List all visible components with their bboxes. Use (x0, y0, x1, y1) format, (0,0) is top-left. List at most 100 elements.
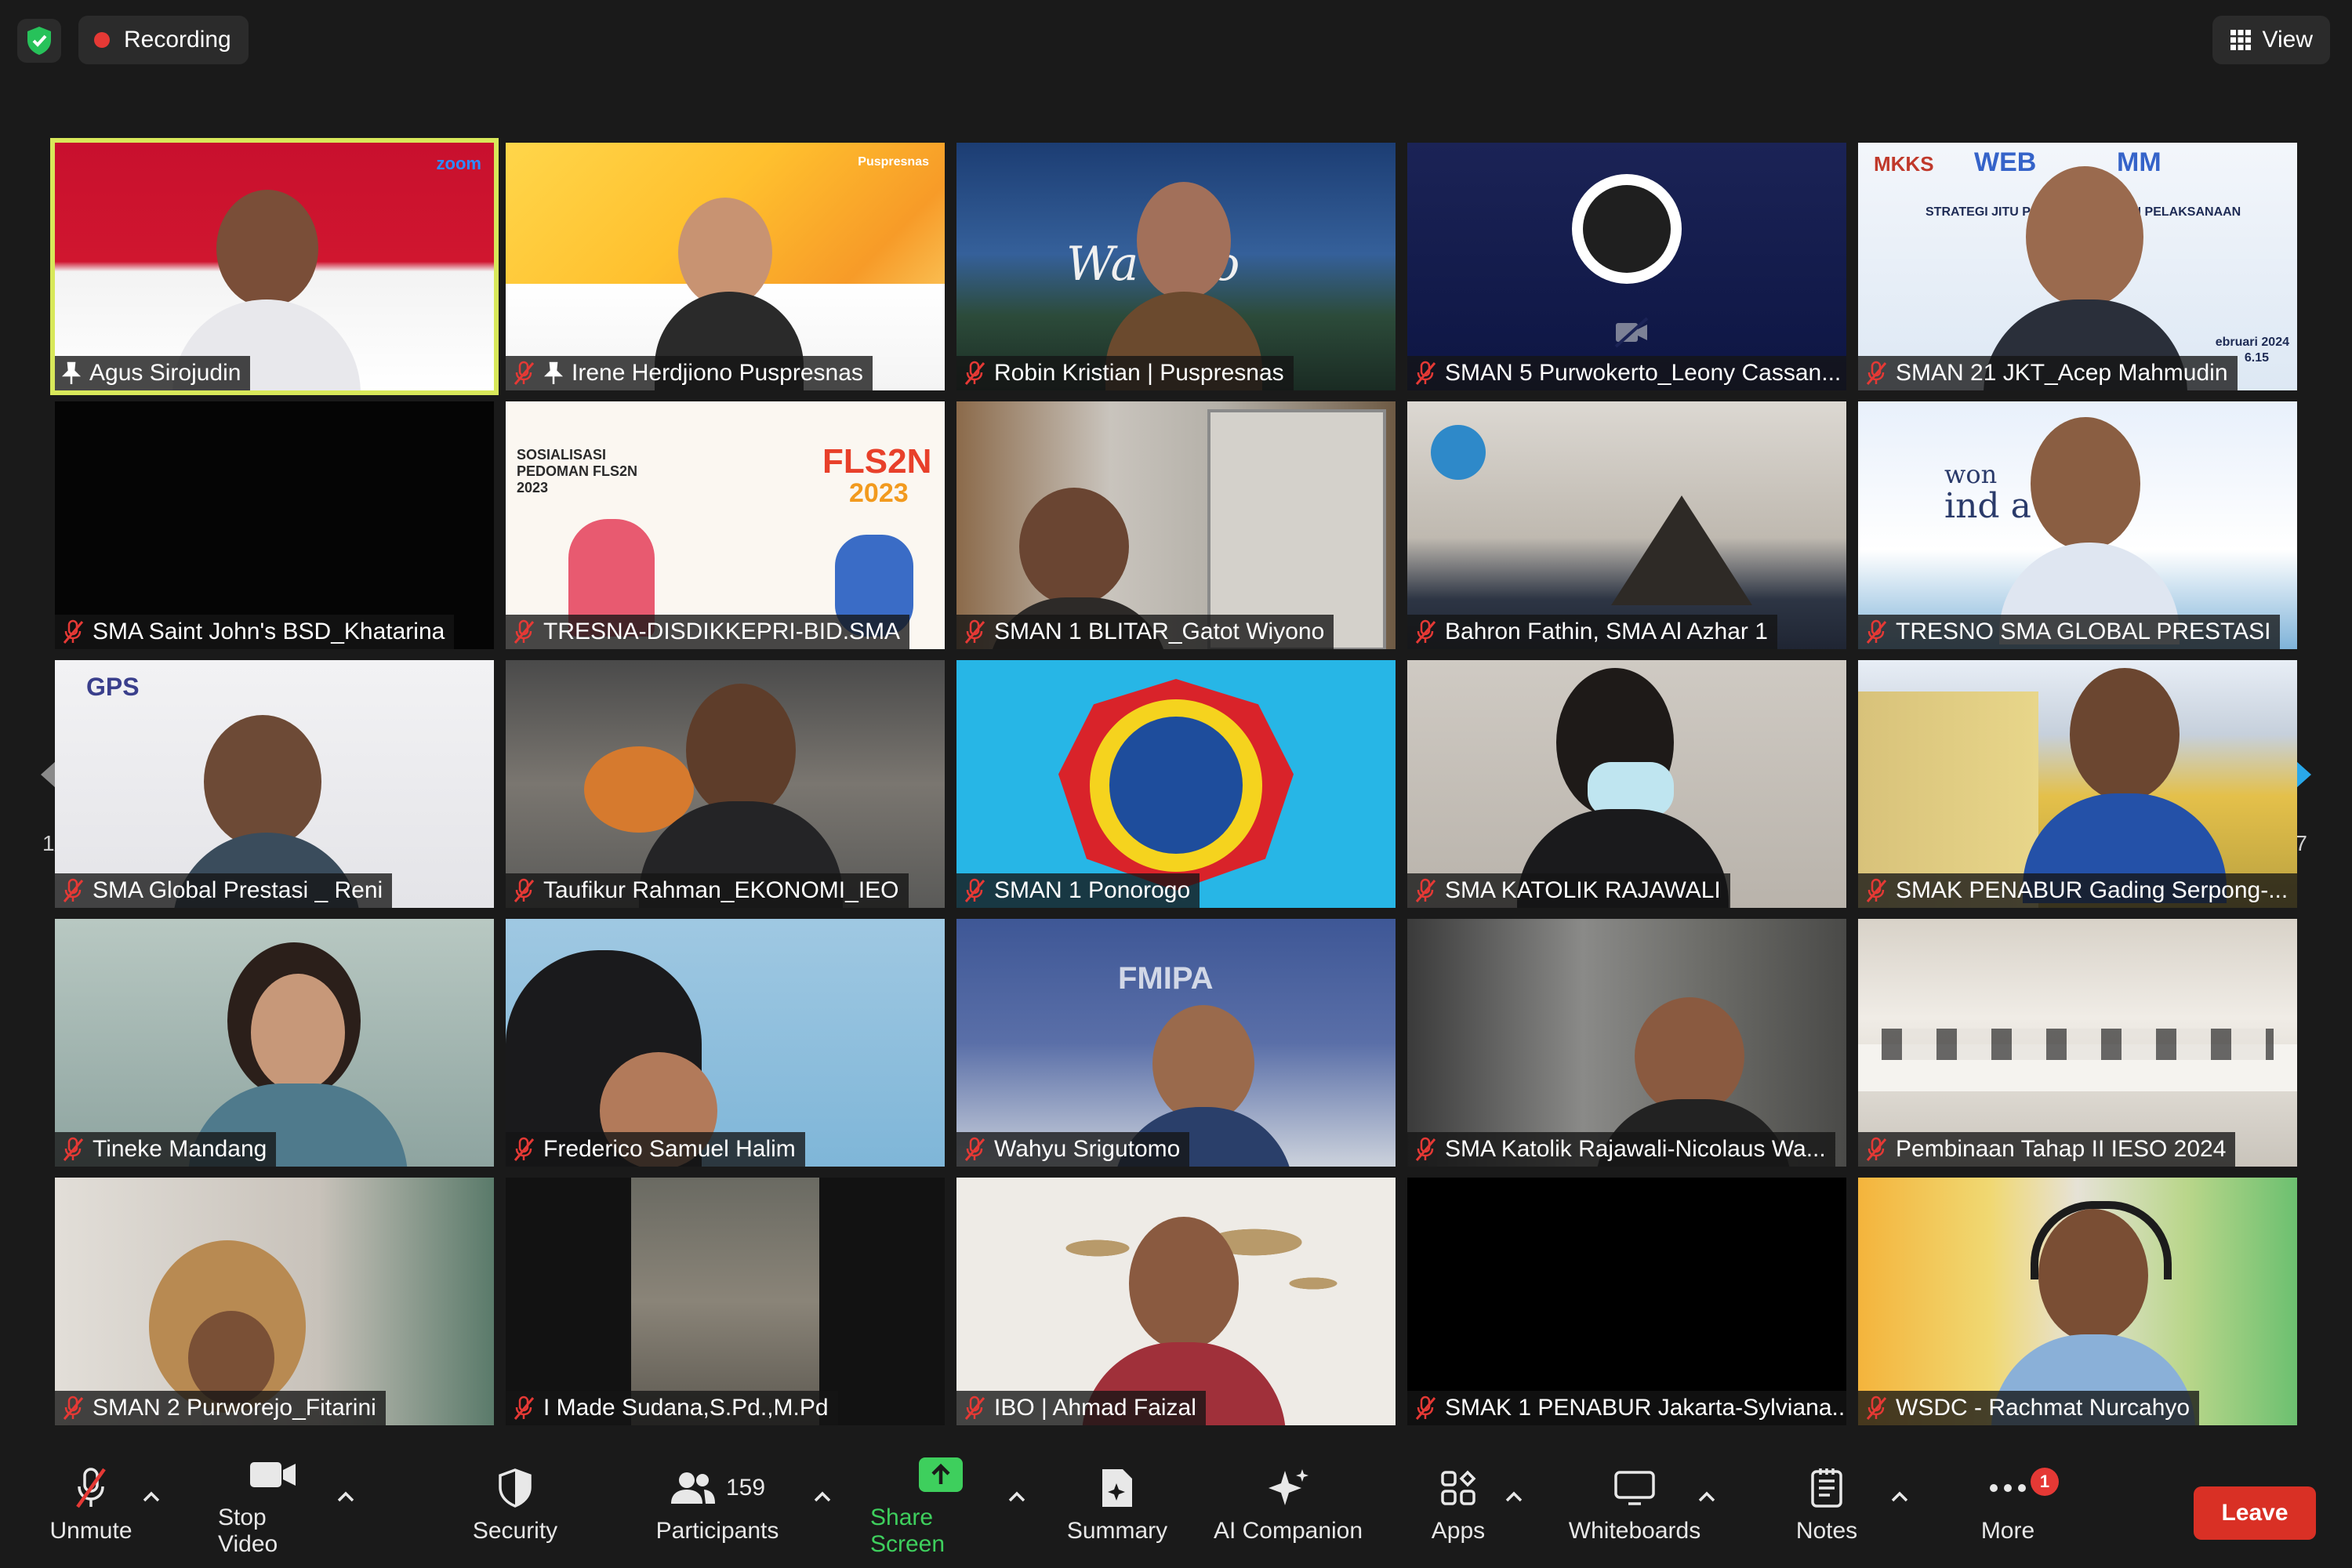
mic-muted-icon (1415, 1137, 1436, 1161)
participant-tile[interactable]: SMAN 1 Ponorogo (956, 660, 1396, 908)
more-dots-icon (1990, 1484, 2026, 1492)
whiteboard-icon (1614, 1471, 1655, 1505)
ai-sparkle-icon (1269, 1469, 1308, 1505)
participants-options-chevron-up-icon[interactable] (811, 1485, 834, 1508)
participant-name-tag: SMAK PENABUR Gading Serpong-... (1858, 873, 2297, 908)
participant-tile[interactable]: SMAK 1 PENABUR Jakarta-Sylviana... (1407, 1178, 1846, 1425)
participant-name-tag: Wahyu Srigutomo (956, 1132, 1190, 1167)
participant-tile[interactable]: SMA KATOLIK RAJAWALI (1407, 660, 1846, 908)
stop-video-button[interactable]: Stop Video (218, 1443, 328, 1568)
video-options-chevron-up-icon[interactable] (334, 1485, 358, 1508)
time-text: 6.15 (2244, 351, 2269, 365)
participant-name: Bahron Fathin, SMA Al Azhar 1 (1445, 619, 1768, 644)
ai-companion-button[interactable]: AI Companion (1204, 1443, 1372, 1568)
mic-muted-icon (1866, 619, 1887, 644)
participant-tile[interactable]: SMAN 1 BLITAR_Gatot Wiyono (956, 401, 1396, 649)
notes-options-chevron-up-icon[interactable] (1888, 1485, 1911, 1508)
video-gallery: zoom Agus Sirojudin Puspresnas Irene Her… (50, 138, 2297, 1425)
audio-options-chevron-up-icon[interactable] (140, 1485, 163, 1508)
participant-name: Frederico Samuel Halim (543, 1136, 796, 1162)
participant-tile[interactable]: Pembinaan Tahap II IESO 2024 (1858, 919, 2297, 1167)
participant-name: TRESNO SMA GLOBAL PRESTASI (1896, 619, 2271, 644)
participant-tile[interactable]: MKKS WEB MM STRATEGI JITU P AN PELAKSANA… (1858, 143, 2297, 390)
participant-name: WSDC - Rachmat Nurcahyo (1896, 1395, 2190, 1421)
participant-name-tag: IBO | Ahmad Faizal (956, 1391, 1206, 1425)
participant-tile[interactable]: zoom Agus Sirojudin (50, 138, 499, 395)
participant-tile[interactable]: SMAN 5 Purwokerto_Leony Cassan... (1407, 143, 1846, 390)
leave-button[interactable]: Leave (2194, 1486, 2316, 1540)
whiteboards-options-chevron-up-icon[interactable] (1695, 1485, 1719, 1508)
participant-name: SMAN 21 JKT_Acep Mahmudin (1896, 360, 2228, 386)
apps-label: Apps (1431, 1518, 1486, 1544)
puspresnas-logo-text: Puspresnas (858, 155, 929, 169)
indonesia-text: ind a (1944, 486, 2031, 526)
participant-tile[interactable]: WSDC - Rachmat Nurcahyo (1858, 1178, 2297, 1425)
participant-tile[interactable]: I Made Sudana,S.Pd.,M.Pd (506, 1178, 945, 1425)
obs-logo (1572, 174, 1682, 284)
participant-name: Taufikur Rahman_EKONOMI_IEO (543, 877, 899, 903)
participant-tile[interactable]: SMA Saint John's BSD_Khatarina (55, 401, 494, 649)
wonderful-text: won (1944, 459, 1998, 489)
apps-options-chevron-up-icon[interactable] (1502, 1485, 1526, 1508)
participant-name-tag: SMA Katolik Rajawali-Nicolaus Wa... (1407, 1132, 1835, 1167)
whiteboards-button[interactable]: Whiteboards (1560, 1443, 1709, 1568)
participant-tile[interactable]: Puspresnas Irene Herdjiono Puspresnas (506, 143, 945, 390)
participant-tile[interactable]: SMAN 2 Purworejo_Fitarini (55, 1178, 494, 1425)
more-notification-badge: 1 (2031, 1468, 2059, 1496)
participant-tile[interactable]: Bahron Fathin, SMA Al Azhar 1 (1407, 401, 1846, 649)
mic-muted-icon (514, 1396, 535, 1420)
participant-tile[interactable]: GPS SMA Global Prestasi _ Reni (55, 660, 494, 908)
mic-muted-icon (514, 361, 535, 385)
participants-label: Participants (655, 1518, 779, 1544)
apps-button[interactable]: Apps (1419, 1443, 1497, 1568)
participant-name: I Made Sudana,S.Pd.,M.Pd (543, 1395, 829, 1421)
fls2n-year-text: 2023 (849, 478, 909, 508)
mic-muted-icon (1415, 619, 1436, 644)
participant-tile[interactable]: won ind a TRESNO SMA GLOBAL PRESTASI (1858, 401, 2297, 649)
video-camera-icon (250, 1462, 296, 1487)
participant-tile[interactable]: IBO | Ahmad Faizal (956, 1178, 1396, 1425)
security-button[interactable]: Security (464, 1443, 566, 1568)
summary-button[interactable]: Summary (1058, 1443, 1176, 1568)
participant-name: Irene Herdjiono Puspresnas (572, 360, 863, 386)
view-label: View (2262, 27, 2313, 53)
mic-muted-icon (63, 1396, 84, 1420)
more-label: More (1980, 1518, 2035, 1544)
participant-tile[interactable]: Tineke Mandang (55, 919, 494, 1167)
participant-name: SMA Saint John's BSD_Khatarina (93, 619, 445, 644)
recording-indicator[interactable]: Recording (78, 16, 249, 64)
participant-name-tag: SMA Global Prestasi _ Reni (55, 873, 393, 908)
participant-tile[interactable]: Wa ebo Robin Kristian | Puspresnas (956, 143, 1396, 390)
participant-tile[interactable]: Frederico Samuel Halim (506, 919, 945, 1167)
school-emblem (1109, 717, 1243, 854)
participant-name-tag: TRESNO SMA GLOBAL PRESTASI (1858, 615, 2281, 649)
participant-tile[interactable]: Taufikur Rahman_EKONOMI_IEO (506, 660, 945, 908)
participant-tile[interactable]: SMA Katolik Rajawali-Nicolaus Wa... (1407, 919, 1846, 1167)
participant-tile[interactable]: FMIPA Wahyu Srigutomo (956, 919, 1396, 1167)
security-label: Security (472, 1518, 558, 1544)
share-options-chevron-up-icon[interactable] (1005, 1485, 1029, 1508)
encryption-shield-icon[interactable] (17, 19, 61, 63)
unmute-button[interactable]: Unmute (44, 1443, 138, 1568)
participant-name: SMAN 5 Purwokerto_Leony Cassan... (1445, 360, 1842, 386)
more-button[interactable]: More (1965, 1443, 2051, 1568)
participants-count: 159 (725, 1475, 766, 1501)
mic-muted-icon (63, 1137, 84, 1161)
shield-icon (499, 1468, 532, 1508)
share-screen-button[interactable]: Share Screen (870, 1443, 1011, 1568)
participants-icon (670, 1472, 715, 1504)
video-off-icon (1614, 317, 1649, 348)
participant-name: SMAK 1 PENABUR Jakarta-Sylviana... (1445, 1395, 1846, 1421)
participant-name: IBO | Ahmad Faizal (994, 1395, 1196, 1421)
participant-name-tag: SMAK 1 PENABUR Jakarta-Sylviana... (1407, 1391, 1846, 1425)
view-button[interactable]: View (2212, 16, 2330, 64)
participants-button[interactable]: 159 Participants (651, 1443, 784, 1568)
share-screen-label: Share Screen (870, 1504, 946, 1557)
pin-icon (543, 361, 564, 384)
participant-name-tag: Robin Kristian | Puspresnas (956, 356, 1294, 390)
participant-tile[interactable]: SOSIALISASI PEDOMAN FLS2N 2023 FLS2N 202… (506, 401, 945, 649)
notes-button[interactable]: Notes (1780, 1443, 1874, 1568)
participant-name-tag: Tineke Mandang (55, 1132, 277, 1167)
participant-name: SMA KATOLIK RAJAWALI (1445, 877, 1721, 903)
participant-tile[interactable]: SMAK PENABUR Gading Serpong-... (1858, 660, 2297, 908)
